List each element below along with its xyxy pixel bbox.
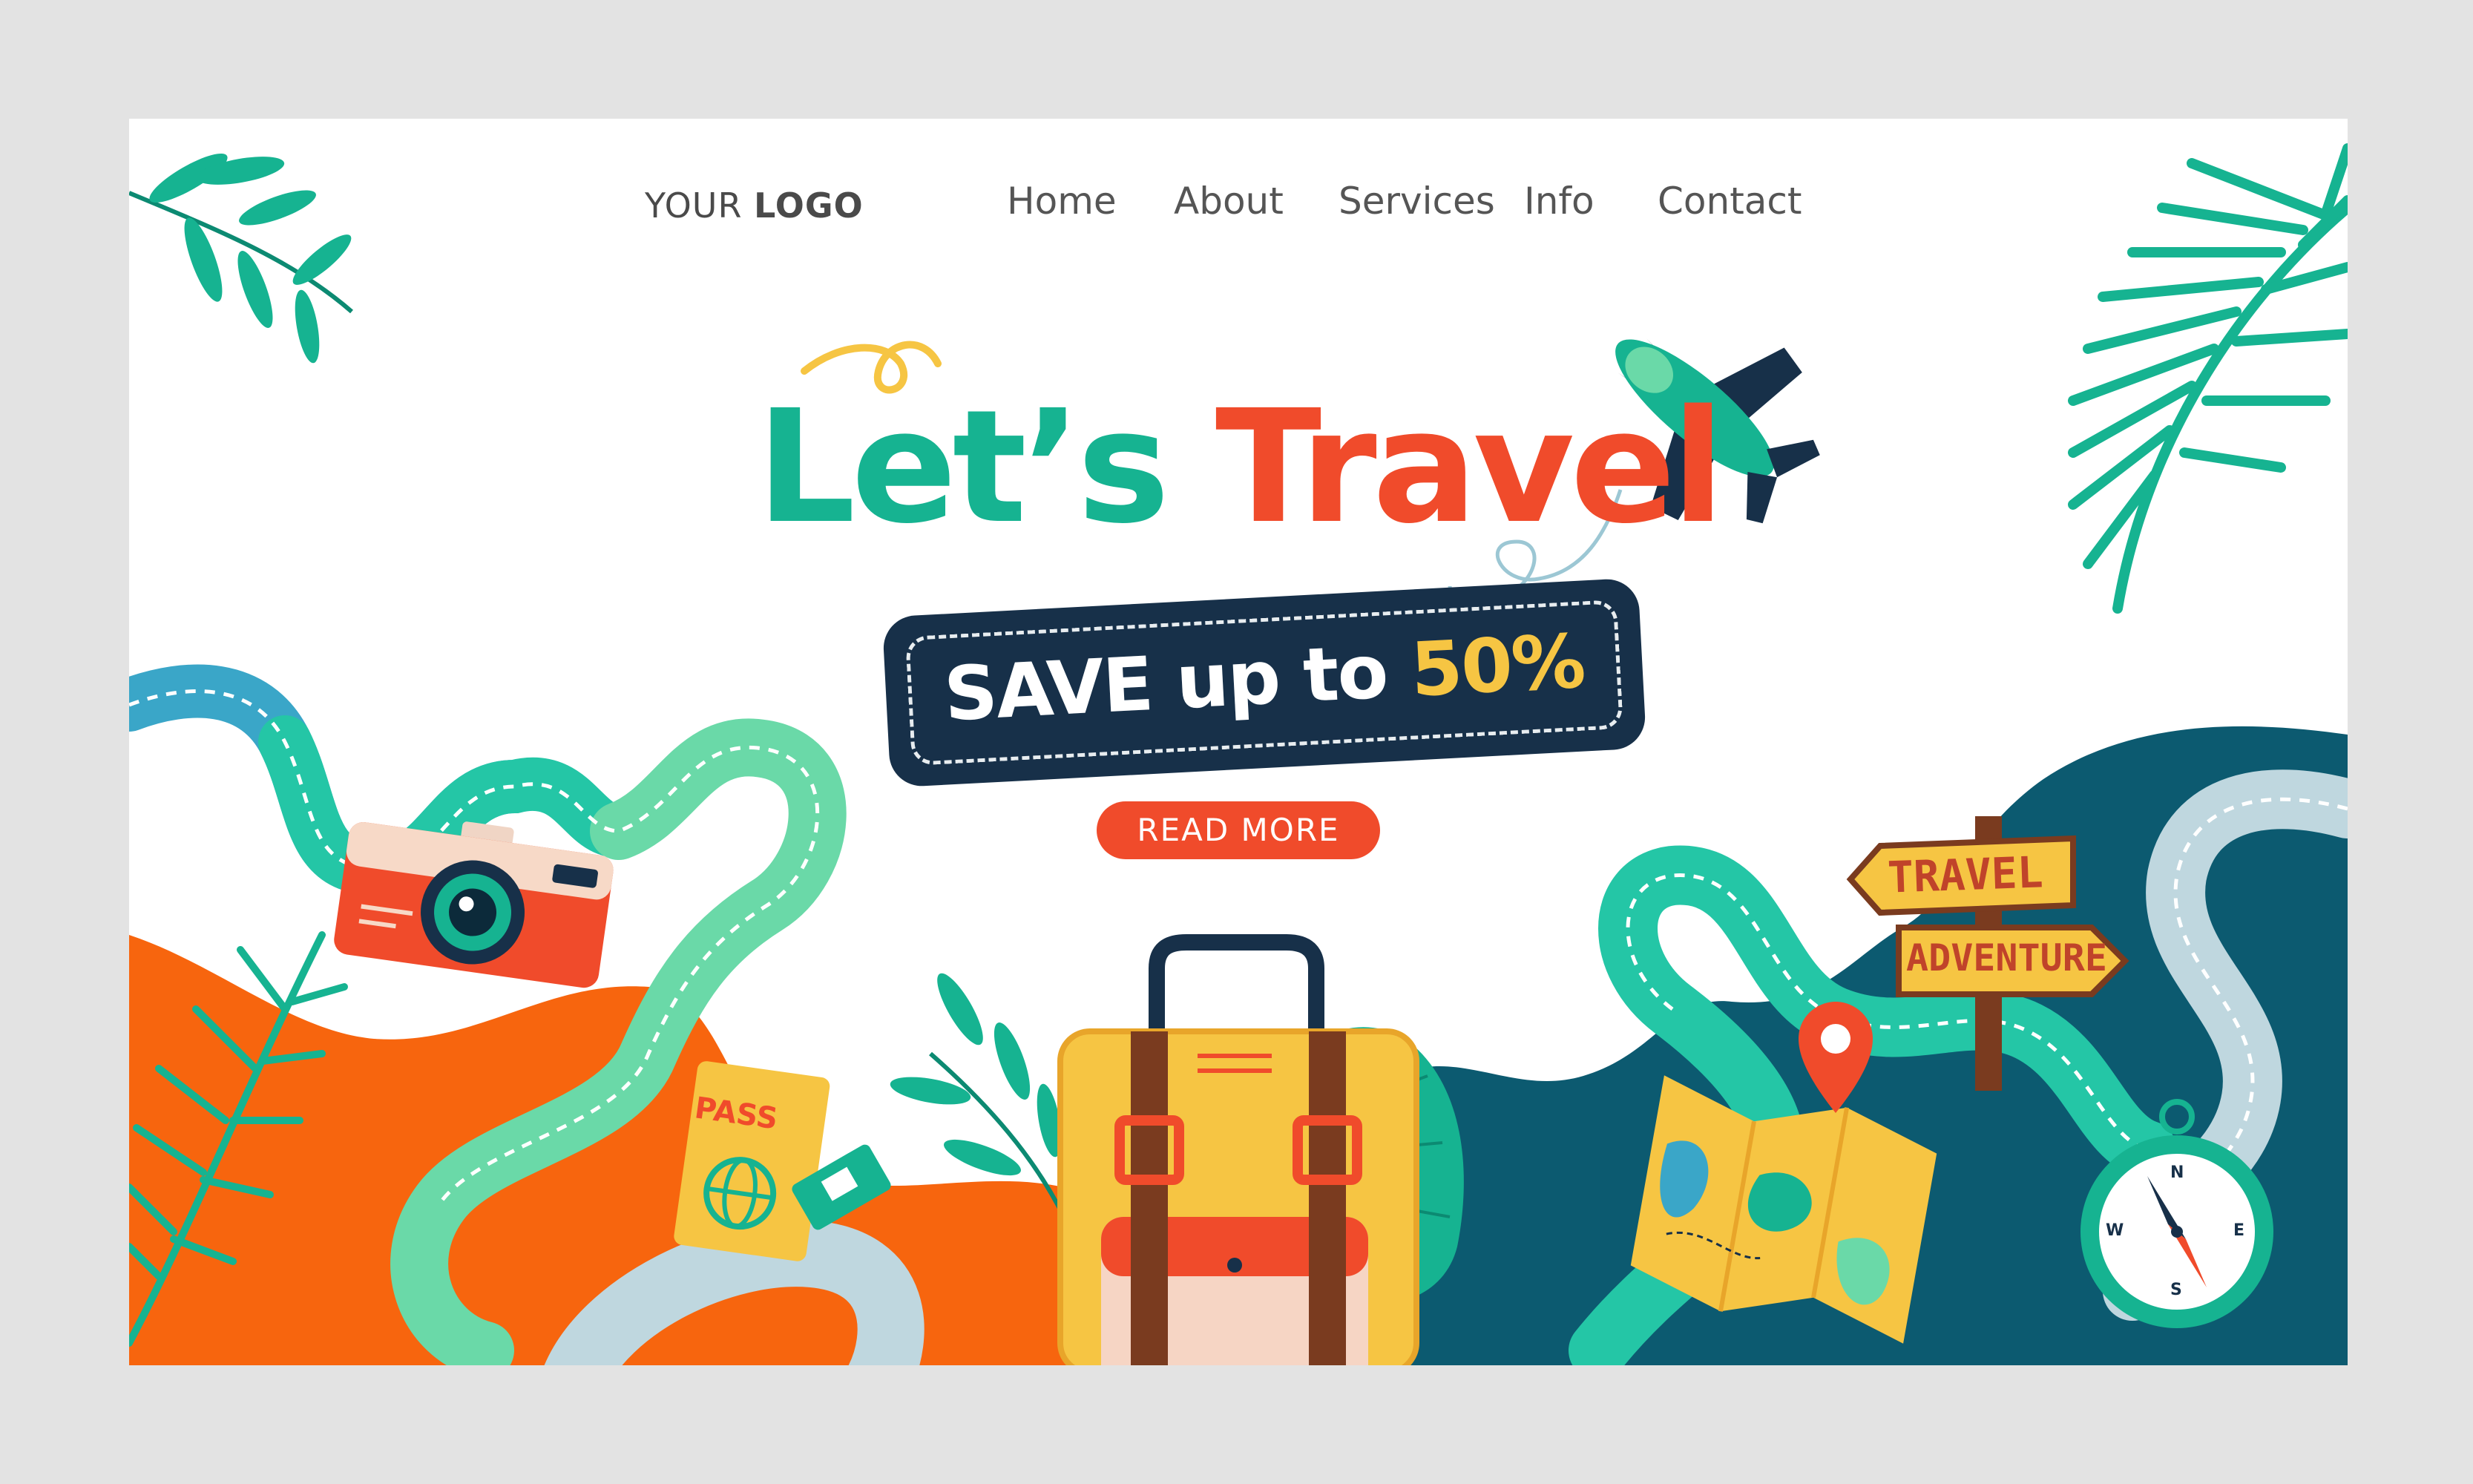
nav-about[interactable]: About [1174,180,1284,223]
nav-home[interactable]: Home [1007,180,1117,223]
headline-part2: Travel [1215,376,1725,558]
logo-bold-text: LOGO [754,186,864,226]
landing-page: YOUR LOGO Home About Services Info Conta… [129,119,2348,1365]
compass-east: E [2233,1221,2245,1240]
nav-services[interactable]: Services [1339,180,1495,223]
headline-part1: Let’s [756,376,1169,558]
logo[interactable]: YOUR LOGO [645,186,864,226]
sign-adventure-label: ADVENTURE [1906,936,2107,979]
read-more-button[interactable]: READ MORE [1097,801,1380,859]
logo-light-text: YOUR [645,186,743,226]
hero-headline: Let’s Travel [129,390,2348,545]
nav-info[interactable]: Info [1524,180,1595,223]
nav-contact[interactable]: Contact [1658,180,1802,223]
compass-west: W [2106,1221,2124,1240]
promo-percent: 50% [1408,617,1586,714]
compass-south: S [2170,1281,2182,1299]
sign-travel-label: TRAVEL [1886,847,2044,903]
compass-north: N [2170,1163,2184,1182]
